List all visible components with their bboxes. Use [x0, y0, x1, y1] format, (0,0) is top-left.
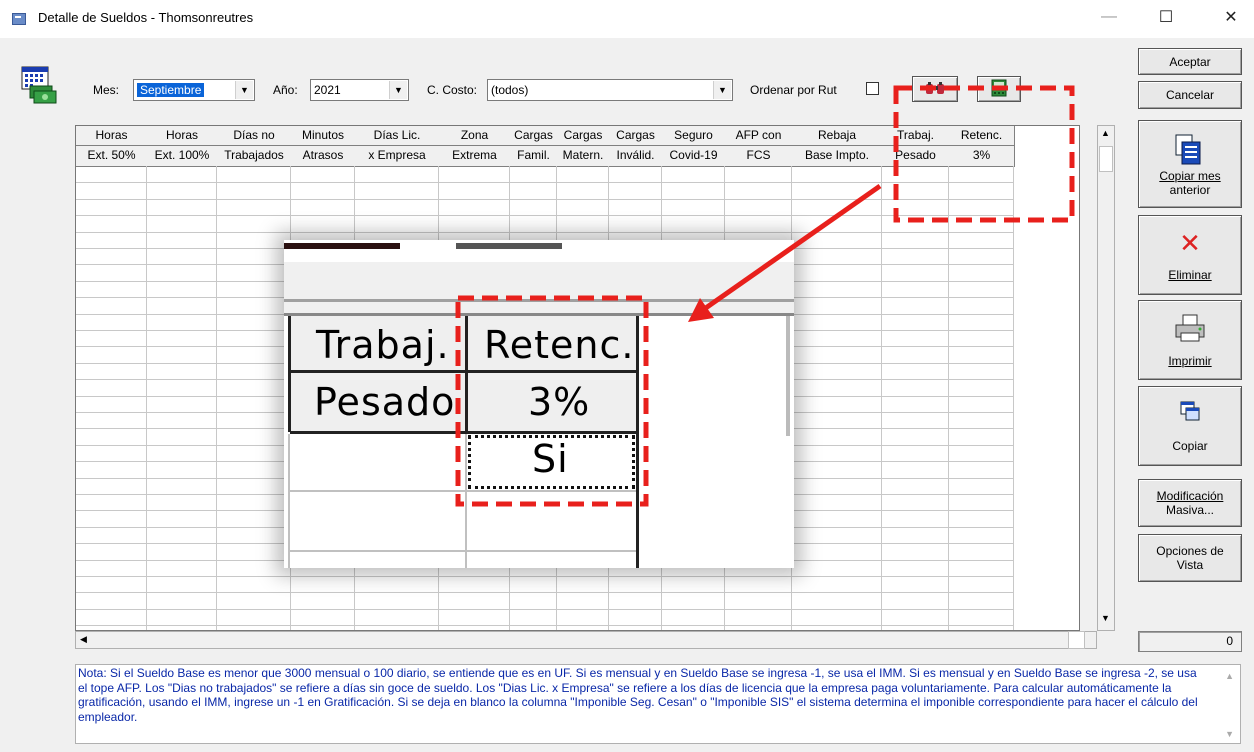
notes-box[interactable]: Nota: Si el Sueldo Base es menor que 300…: [75, 664, 1241, 744]
printer-icon: [1173, 313, 1207, 346]
eliminar-button[interactable]: ✕ Eliminar: [1138, 215, 1242, 295]
imprimir-label: Imprimir: [1168, 353, 1212, 368]
annotation-overlay: [455, 85, 1075, 507]
modificacion-label-1: Modificación: [1156, 489, 1224, 503]
arrow-head-icon: [688, 298, 714, 322]
opciones-vista-button[interactable]: Opciones de Vista: [1138, 534, 1242, 582]
copiar-button[interactable]: Copiar: [1138, 386, 1242, 466]
arrow-line: [698, 183, 882, 315]
copy-documents-icon: [1173, 132, 1207, 169]
copy-window-icon: [1179, 400, 1201, 425]
notes-scroll-up-icon[interactable]: ▲: [1225, 671, 1234, 681]
copiar-label: Copiar: [1172, 438, 1208, 453]
opciones-label-2: Vista: [1176, 558, 1204, 572]
record-counter: 0: [1138, 631, 1242, 652]
cancelar-button[interactable]: Cancelar: [1138, 81, 1242, 109]
highlight-box-retenc: [893, 85, 1075, 223]
copiar-mes-label-2: anterior: [1169, 182, 1211, 197]
delete-x-icon: ✕: [1179, 228, 1201, 258]
highlight-box-zoom: [455, 295, 649, 507]
notes-scroll-down-icon[interactable]: ▼: [1225, 729, 1234, 739]
copiar-mes-anterior-button[interactable]: Copiar mes anterior: [1138, 120, 1242, 208]
eliminar-label: Eliminar: [1168, 268, 1212, 282]
aceptar-button[interactable]: Aceptar: [1138, 48, 1242, 75]
opciones-label-1: Opciones de: [1156, 544, 1224, 558]
modificacion-label-2: Masiva...: [1165, 503, 1214, 517]
note-text: Nota: Si el Sueldo Base es menor que 300…: [78, 666, 1198, 724]
imprimir-button[interactable]: Imprimir: [1138, 300, 1242, 380]
copiar-mes-label-1: Copiar mes: [1159, 168, 1221, 183]
modificacion-masiva-button[interactable]: Modificación Masiva...: [1138, 479, 1242, 527]
